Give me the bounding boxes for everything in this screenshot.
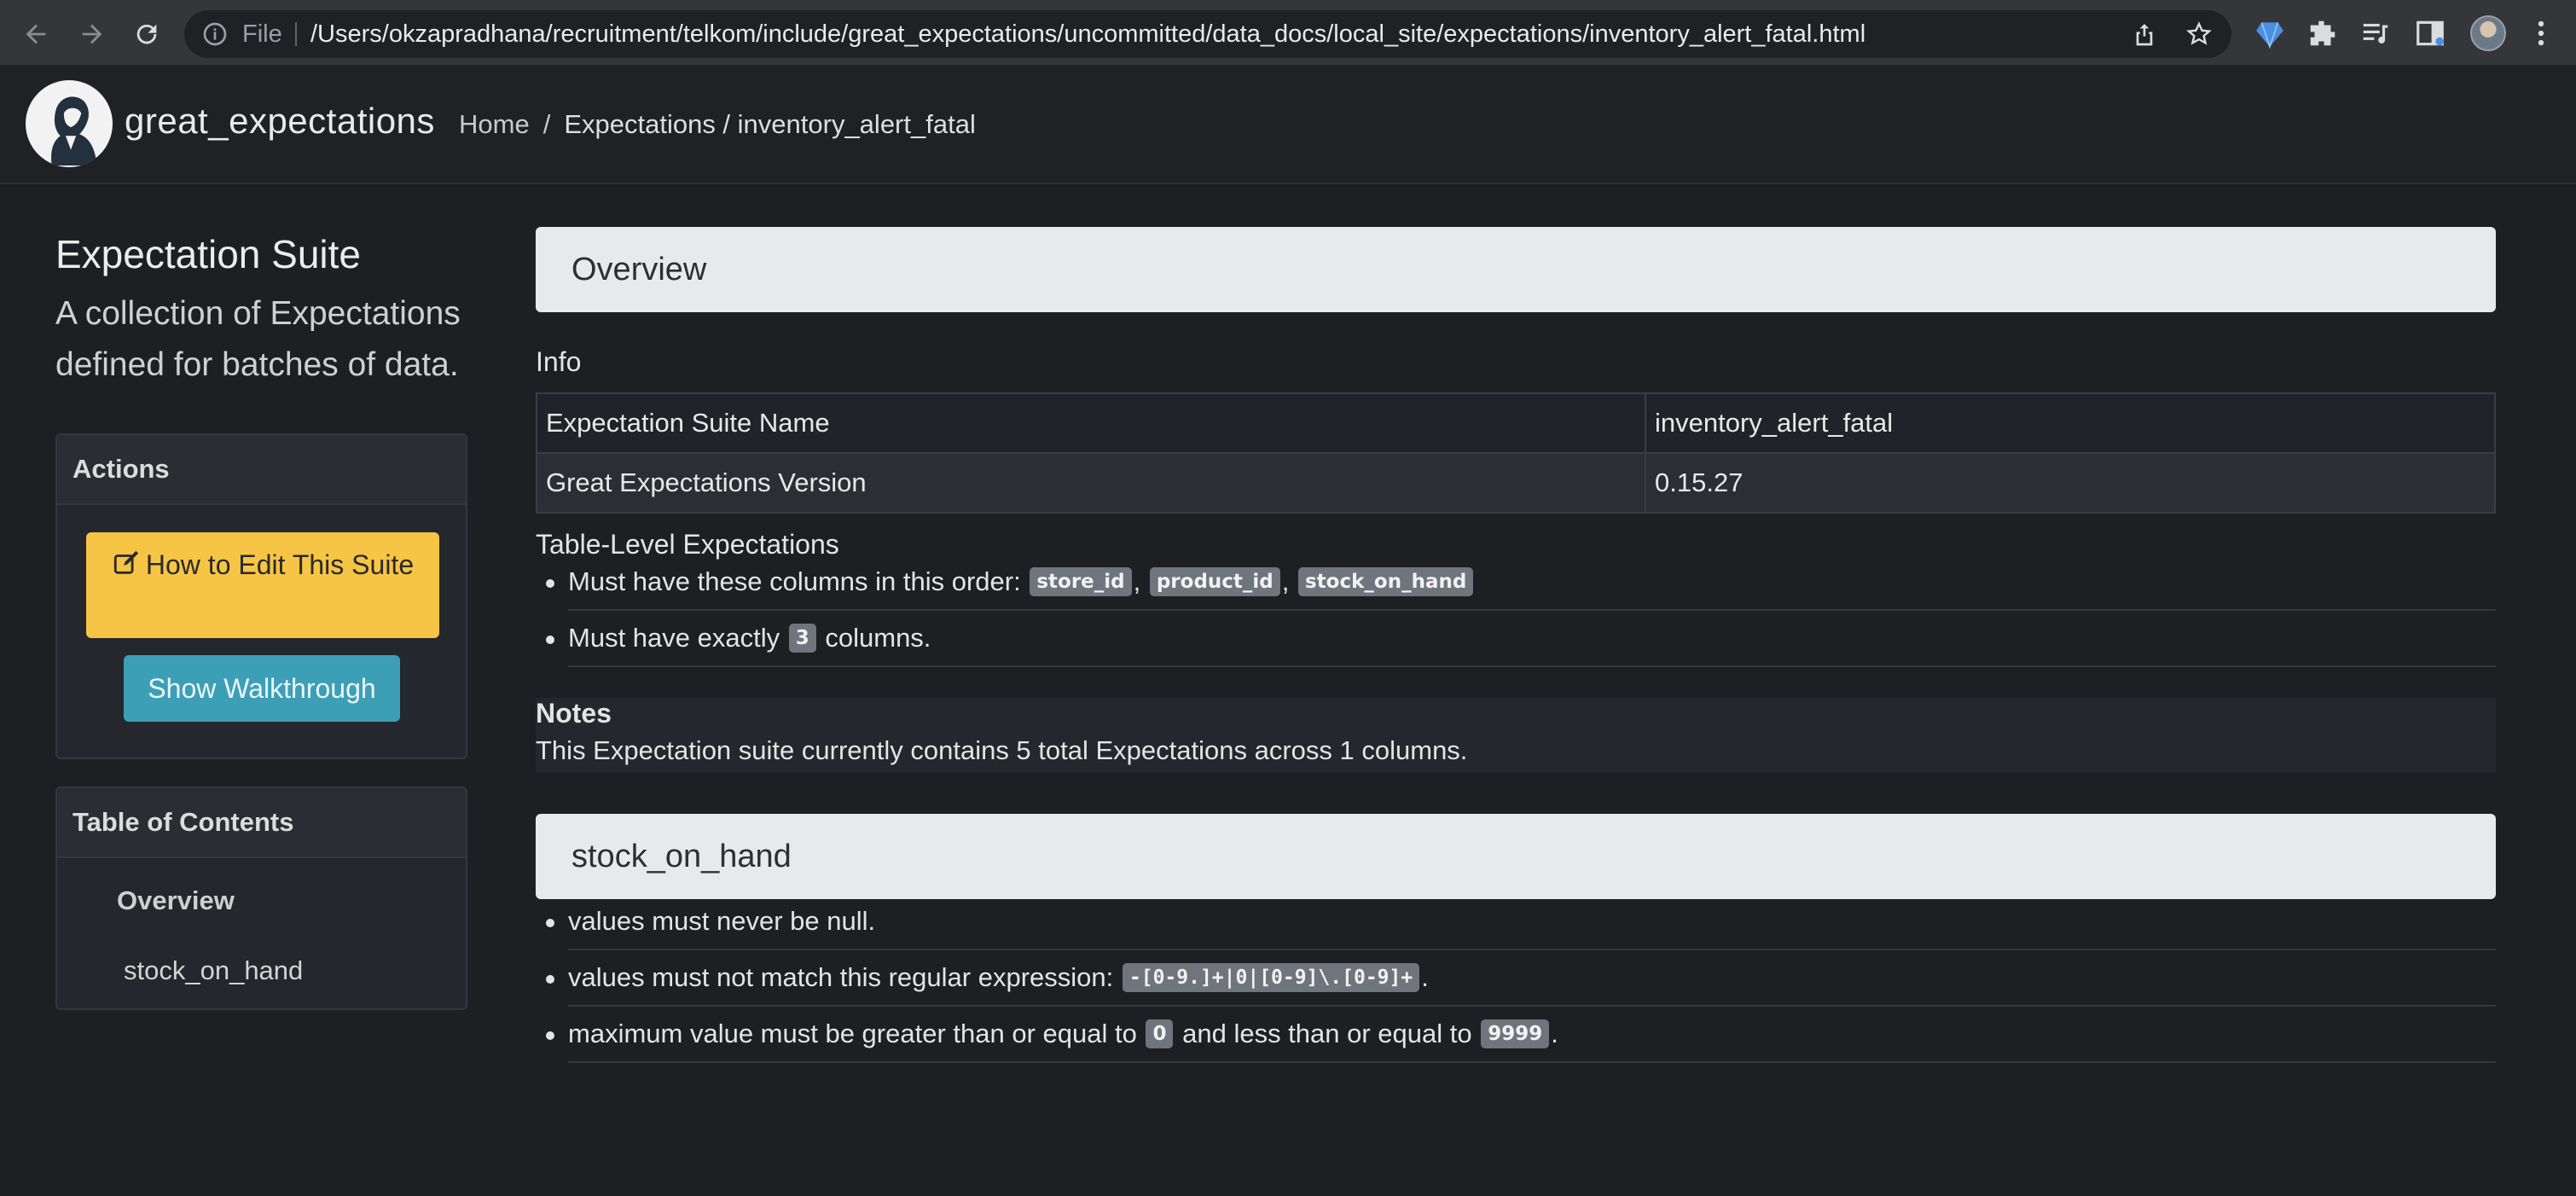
info-value-suite-name: inventory_alert_fatal: [1645, 392, 2496, 454]
list-item: Must have exactly 3 columns.: [546, 611, 2496, 667]
columns-order-text: Must have these columns in this order:: [568, 566, 1021, 596]
overview-section-header: Overview: [536, 227, 2496, 312]
breadcrumb-current-page: Expectations / inventory_alert_fatal: [564, 109, 976, 139]
reload-icon[interactable]: [128, 15, 165, 53]
info-heading: Info: [536, 346, 582, 377]
notes-title: Notes: [536, 698, 612, 729]
great-expectations-logo-icon[interactable]: [26, 80, 113, 167]
notes-box: Notes This Expectation suite currently c…: [536, 698, 2496, 773]
not-null-text: values must never be null.: [568, 906, 876, 936]
list-item: values must not match this regular expre…: [546, 950, 2496, 1007]
list-item: maximum value must be greater than or eq…: [546, 1007, 2496, 1063]
range-min-badge: 0: [1146, 1019, 1174, 1048]
column-badge-product-id: product_id: [1149, 567, 1280, 596]
how-to-edit-label: How to Edit This Suite: [145, 549, 415, 580]
column-count-badge: 3: [788, 624, 816, 653]
regex-text: values must not match this regular expre…: [568, 962, 1114, 992]
table-of-contents-card: Table of Contents Overview stock_on_hand: [55, 787, 467, 1010]
regex-badge: -[0-9.]+|0|[0-9]\.[0-9]+: [1122, 963, 1420, 992]
profile-avatar[interactable]: [2470, 15, 2506, 51]
range-mid-text: and less than or equal to: [1182, 1019, 1472, 1048]
forward-arrow-icon[interactable]: [73, 15, 111, 53]
breadcrumb-separator: /: [542, 109, 551, 139]
breadcrumb-home-link[interactable]: Home: [459, 109, 530, 140]
brand-name[interactable]: great_expectations: [125, 101, 435, 142]
url-text[interactable]: /Users/okzapradhana/recruitment/telkom/i…: [310, 20, 1865, 48]
list-item: Must have these columns in this order: s…: [546, 554, 2496, 611]
address-bar[interactable]: File /Users/okzapradhana/recruitment/tel…: [184, 10, 2231, 58]
notes-text: This Expectation suite currently contain…: [536, 735, 1468, 765]
site-navbar: great_expectations Home / Expectations /…: [0, 68, 2576, 184]
how-to-edit-button[interactable]: How to Edit This Suite: [86, 532, 439, 638]
info-table: Expectation Suite Name inventory_alert_f…: [536, 392, 2496, 514]
share-icon[interactable]: [2131, 20, 2158, 48]
breadcrumb: Home / Expectations / inventory_alert_fa…: [459, 109, 976, 140]
stock-on-hand-section-header: stock_on_hand: [536, 814, 2496, 899]
toc-header: Table of Contents: [57, 788, 466, 858]
info-label-ge-version: Great Expectations Version: [536, 452, 1646, 514]
column-badge-store-id: store_id: [1030, 567, 1132, 596]
sidebar-description: A collection of Expectations defined for…: [55, 295, 461, 383]
sidebar: Expectation Suite A collection of Expect…: [55, 222, 467, 391]
info-icon[interactable]: [201, 20, 229, 48]
range-max-badge: 9999: [1481, 1019, 1550, 1048]
range-prefix-text: maximum value must be greater than or eq…: [568, 1019, 1137, 1048]
actions-card-header: Actions: [57, 435, 466, 505]
bookmark-star-icon[interactable]: [2185, 20, 2213, 48]
media-queue-icon[interactable]: [2359, 17, 2392, 49]
extensions-puzzle-icon[interactable]: [2306, 17, 2339, 49]
column-count-suffix: columns.: [825, 623, 931, 653]
info-value-ge-version: 0.15.27: [1645, 452, 2496, 514]
toc-item-stock-on-hand[interactable]: stock_on_hand: [124, 955, 303, 986]
actions-card: Actions How to Edit This Suite Show Walk…: [55, 433, 467, 759]
menu-kebab-icon[interactable]: [2525, 17, 2557, 49]
column-expectations-list: values must never be null. values must n…: [536, 894, 2496, 1063]
browser-toolbar: File /Users/okzapradhana/recruitment/tel…: [0, 0, 2576, 67]
list-item: values must never be null.: [546, 894, 2496, 950]
column-count-prefix: Must have exactly: [568, 623, 780, 653]
sidebar-title: Expectation Suite: [55, 232, 362, 276]
edit-icon: [113, 550, 139, 574]
toc-item-overview[interactable]: Overview: [117, 885, 235, 916]
side-panel-icon[interactable]: [2414, 17, 2446, 49]
table-row: Great Expectations Version 0.15.27: [536, 452, 2496, 514]
diamond-extension-icon[interactable]: [2254, 17, 2286, 49]
omnibox-divider: [295, 22, 297, 46]
show-walkthrough-button[interactable]: Show Walkthrough: [124, 655, 400, 722]
column-badge-stock-on-hand: stock_on_hand: [1298, 567, 1474, 596]
info-label-suite-name: Expectation Suite Name: [536, 392, 1646, 454]
back-arrow-icon[interactable]: [17, 15, 55, 53]
table-level-expectations-list: Must have these columns in this order: s…: [536, 554, 2496, 667]
file-scheme-label: File: [242, 20, 282, 48]
table-row: Expectation Suite Name inventory_alert_f…: [536, 392, 2496, 454]
